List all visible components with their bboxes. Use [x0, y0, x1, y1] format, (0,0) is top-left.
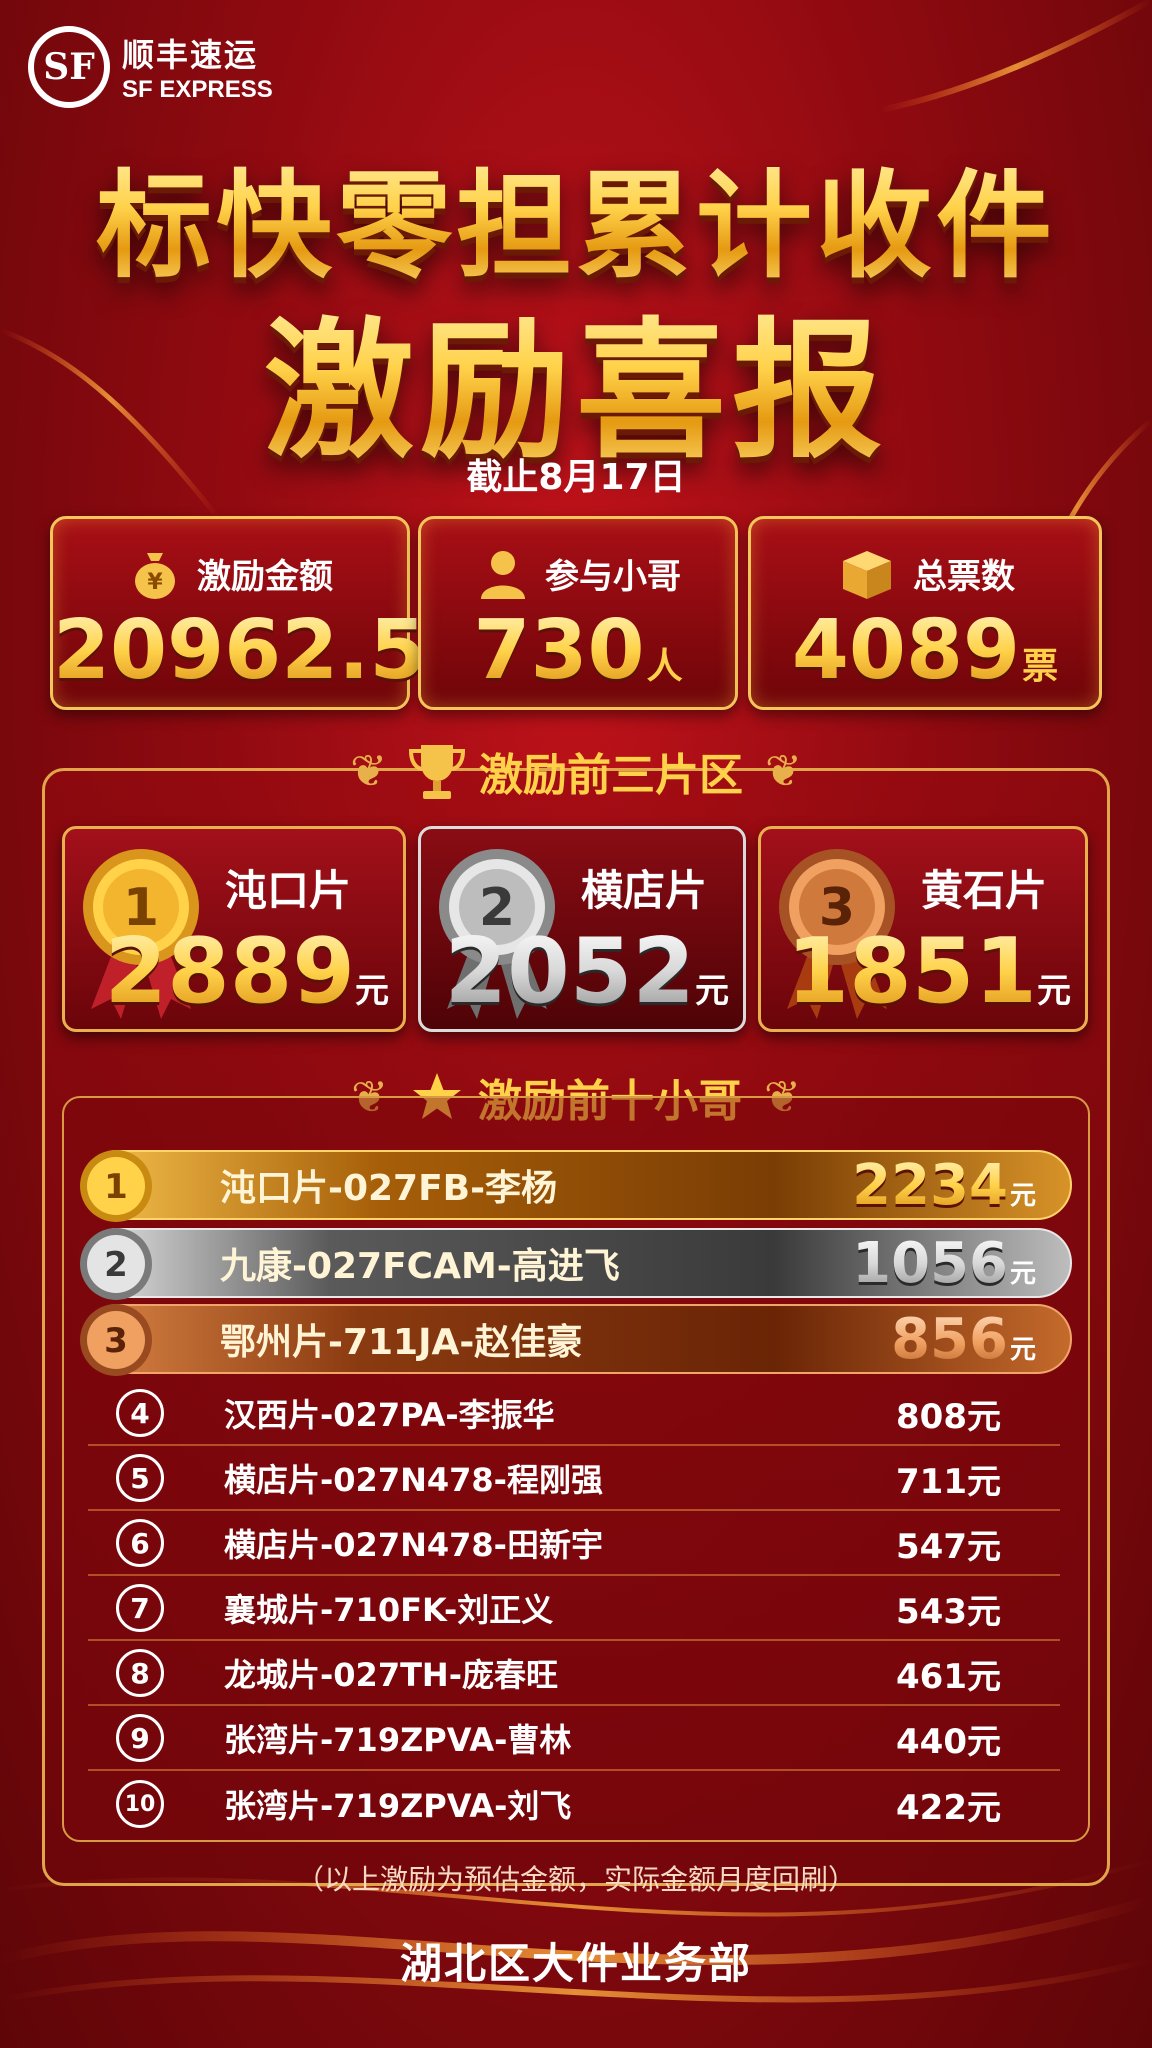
- svg-text:¥: ¥: [147, 570, 163, 595]
- courier-amount-3: 856: [891, 1306, 1008, 1372]
- region-name-1: 沌口片: [225, 866, 352, 915]
- courier-amount-2: 1056: [852, 1230, 1008, 1296]
- courier-amount-4: 808元: [896, 1396, 1001, 1437]
- courier-amount-5: 711元: [896, 1461, 1001, 1502]
- courier-row-1: 1 沌口片-027FB-李杨 2234元: [80, 1150, 1072, 1222]
- stat-card-couriers: 参与小哥 730人: [418, 516, 738, 710]
- region-name-2: 横店片: [581, 866, 708, 915]
- disclaimer-note: （以上激励为预估金额，实际金额月度回刷）: [295, 1863, 856, 1896]
- region-card-2: 2 横店片 2052元: [418, 826, 746, 1032]
- brand-en: SF EXPRESS: [122, 76, 273, 103]
- stat-label-tickets: 总票数: [913, 556, 1015, 597]
- courier-name-1: 沌口片-027FB-李杨: [220, 1168, 558, 1209]
- svg-text:2: 2: [104, 1245, 128, 1285]
- laurel-right-icon: ❦: [765, 745, 802, 797]
- bronze-medal-icon: 3: [80, 1304, 152, 1376]
- courier-row-10: 10 张湾片-719ZPVA-刘飞 422元: [88, 1772, 1060, 1836]
- region-unit-1: 元: [355, 971, 389, 1011]
- courier-row-5: 5 横店片-027N478-程刚强 711元: [88, 1447, 1060, 1511]
- stat-card-amount: ¥ 激励金额 20962.5元: [50, 516, 465, 710]
- rank-badge: 10: [116, 1780, 164, 1828]
- stat-label-couriers: 参与小哥: [545, 556, 681, 597]
- box-icon: [843, 551, 891, 599]
- region-unit-3: 元: [1037, 971, 1071, 1011]
- courier-name-2: 九康-027FCAM-高进飞: [220, 1246, 620, 1287]
- courier-name-10: 张湾片-719ZPVA-刘飞: [224, 1787, 572, 1825]
- rank-badge: 4: [116, 1389, 164, 1437]
- stat-unit-couriers: 人: [646, 646, 683, 687]
- brand-cn: 顺丰速运: [122, 36, 259, 74]
- courier-unit-3: 元: [1009, 1334, 1036, 1365]
- stat-value-amount: 20962.5: [53, 603, 427, 698]
- courier-amount-1: 2234: [852, 1152, 1008, 1218]
- person-icon: [481, 551, 525, 599]
- courier-row-8: 8 龙城片-027TH-庞春旺 461元: [88, 1642, 1060, 1706]
- courier-name-5: 横店片-027N478-程刚强: [224, 1461, 603, 1499]
- silver-medal-icon: 2: [80, 1228, 152, 1300]
- rank-badge: 6: [116, 1519, 164, 1567]
- courier-row-7: 7 襄城片-710FK-刘正义 543元: [88, 1577, 1060, 1641]
- courier-name-3: 鄂州片-711JA-赵佳豪: [220, 1322, 583, 1363]
- region-value-1: 2889: [104, 919, 356, 1024]
- courier-row-9: 9 张湾片-719ZPVA-曹林 440元: [88, 1707, 1060, 1771]
- courier-row-6: 6 横店片-027N478-田新宇 547元: [88, 1512, 1060, 1576]
- courier-name-4: 汉西片-027PA-李振华: [224, 1396, 555, 1434]
- footer-department: 湖北区大件业务部: [399, 1939, 752, 1988]
- regions-title: 激励前三片区: [479, 750, 743, 801]
- rank-badge: 7: [116, 1584, 164, 1632]
- laurel-left-icon: ❦: [350, 745, 387, 797]
- stat-card-tickets: 总票数 4089票: [748, 516, 1102, 710]
- courier-name-7: 襄城片-710FK-刘正义: [224, 1591, 554, 1629]
- money-bag-icon: ¥: [135, 553, 175, 599]
- courier-name-6: 横店片-027N478-田新宇: [224, 1526, 603, 1564]
- gold-medal-icon: 1: [80, 1150, 152, 1222]
- stat-label-amount: 激励金额: [197, 556, 333, 597]
- region-value-3: 1851: [786, 919, 1038, 1024]
- trophy-icon: [409, 745, 465, 799]
- rank-badge: 5: [116, 1454, 164, 1502]
- rank-badge: 8: [116, 1649, 164, 1697]
- courier-amount-6: 547元: [896, 1526, 1001, 1567]
- region-card-1: 1 沌口片 2889元: [62, 826, 406, 1032]
- region-value-2: 2052: [444, 919, 696, 1024]
- sf-logo: SF 顺丰速运 SF EXPRESS: [28, 26, 273, 108]
- courier-name-9: 张湾片-719ZPVA-曹林: [224, 1721, 572, 1759]
- courier-amount-7: 543元: [896, 1591, 1001, 1632]
- courier-unit-2: 元: [1009, 1258, 1036, 1289]
- courier-amount-10: 422元: [896, 1787, 1001, 1828]
- rank-badge: 9: [116, 1714, 164, 1762]
- region-name-3: 黄石片: [921, 866, 1048, 915]
- region-card-3: 3 黄石片 1851元: [758, 826, 1088, 1032]
- stat-unit-tickets: 票: [1022, 646, 1059, 687]
- courier-row-2: 2 九康-027FCAM-高进飞 1056元: [80, 1228, 1072, 1300]
- courier-row-3: 3 鄂州片-711JA-赵佳豪 856元: [80, 1304, 1072, 1376]
- sf-logo-mark: SF: [28, 26, 110, 108]
- courier-unit-1: 元: [1009, 1180, 1036, 1211]
- regions-header: ❦ 激励前三片区 ❦: [0, 738, 1152, 804]
- courier-row-4: 4 汉西片-027PA-李振华 808元: [88, 1382, 1060, 1446]
- stat-value-tickets: 4089: [791, 603, 1021, 698]
- region-unit-2: 元: [695, 971, 729, 1011]
- courier-name-8: 龙城片-027TH-庞春旺: [224, 1656, 558, 1694]
- svg-text:3: 3: [104, 1321, 128, 1361]
- svg-text:1: 1: [104, 1167, 128, 1207]
- date-label: 截止8月17日: [466, 457, 686, 498]
- courier-amount-9: 440元: [896, 1721, 1001, 1762]
- courier-amount-8: 461元: [896, 1656, 1001, 1697]
- stat-value-couriers: 730: [473, 603, 645, 698]
